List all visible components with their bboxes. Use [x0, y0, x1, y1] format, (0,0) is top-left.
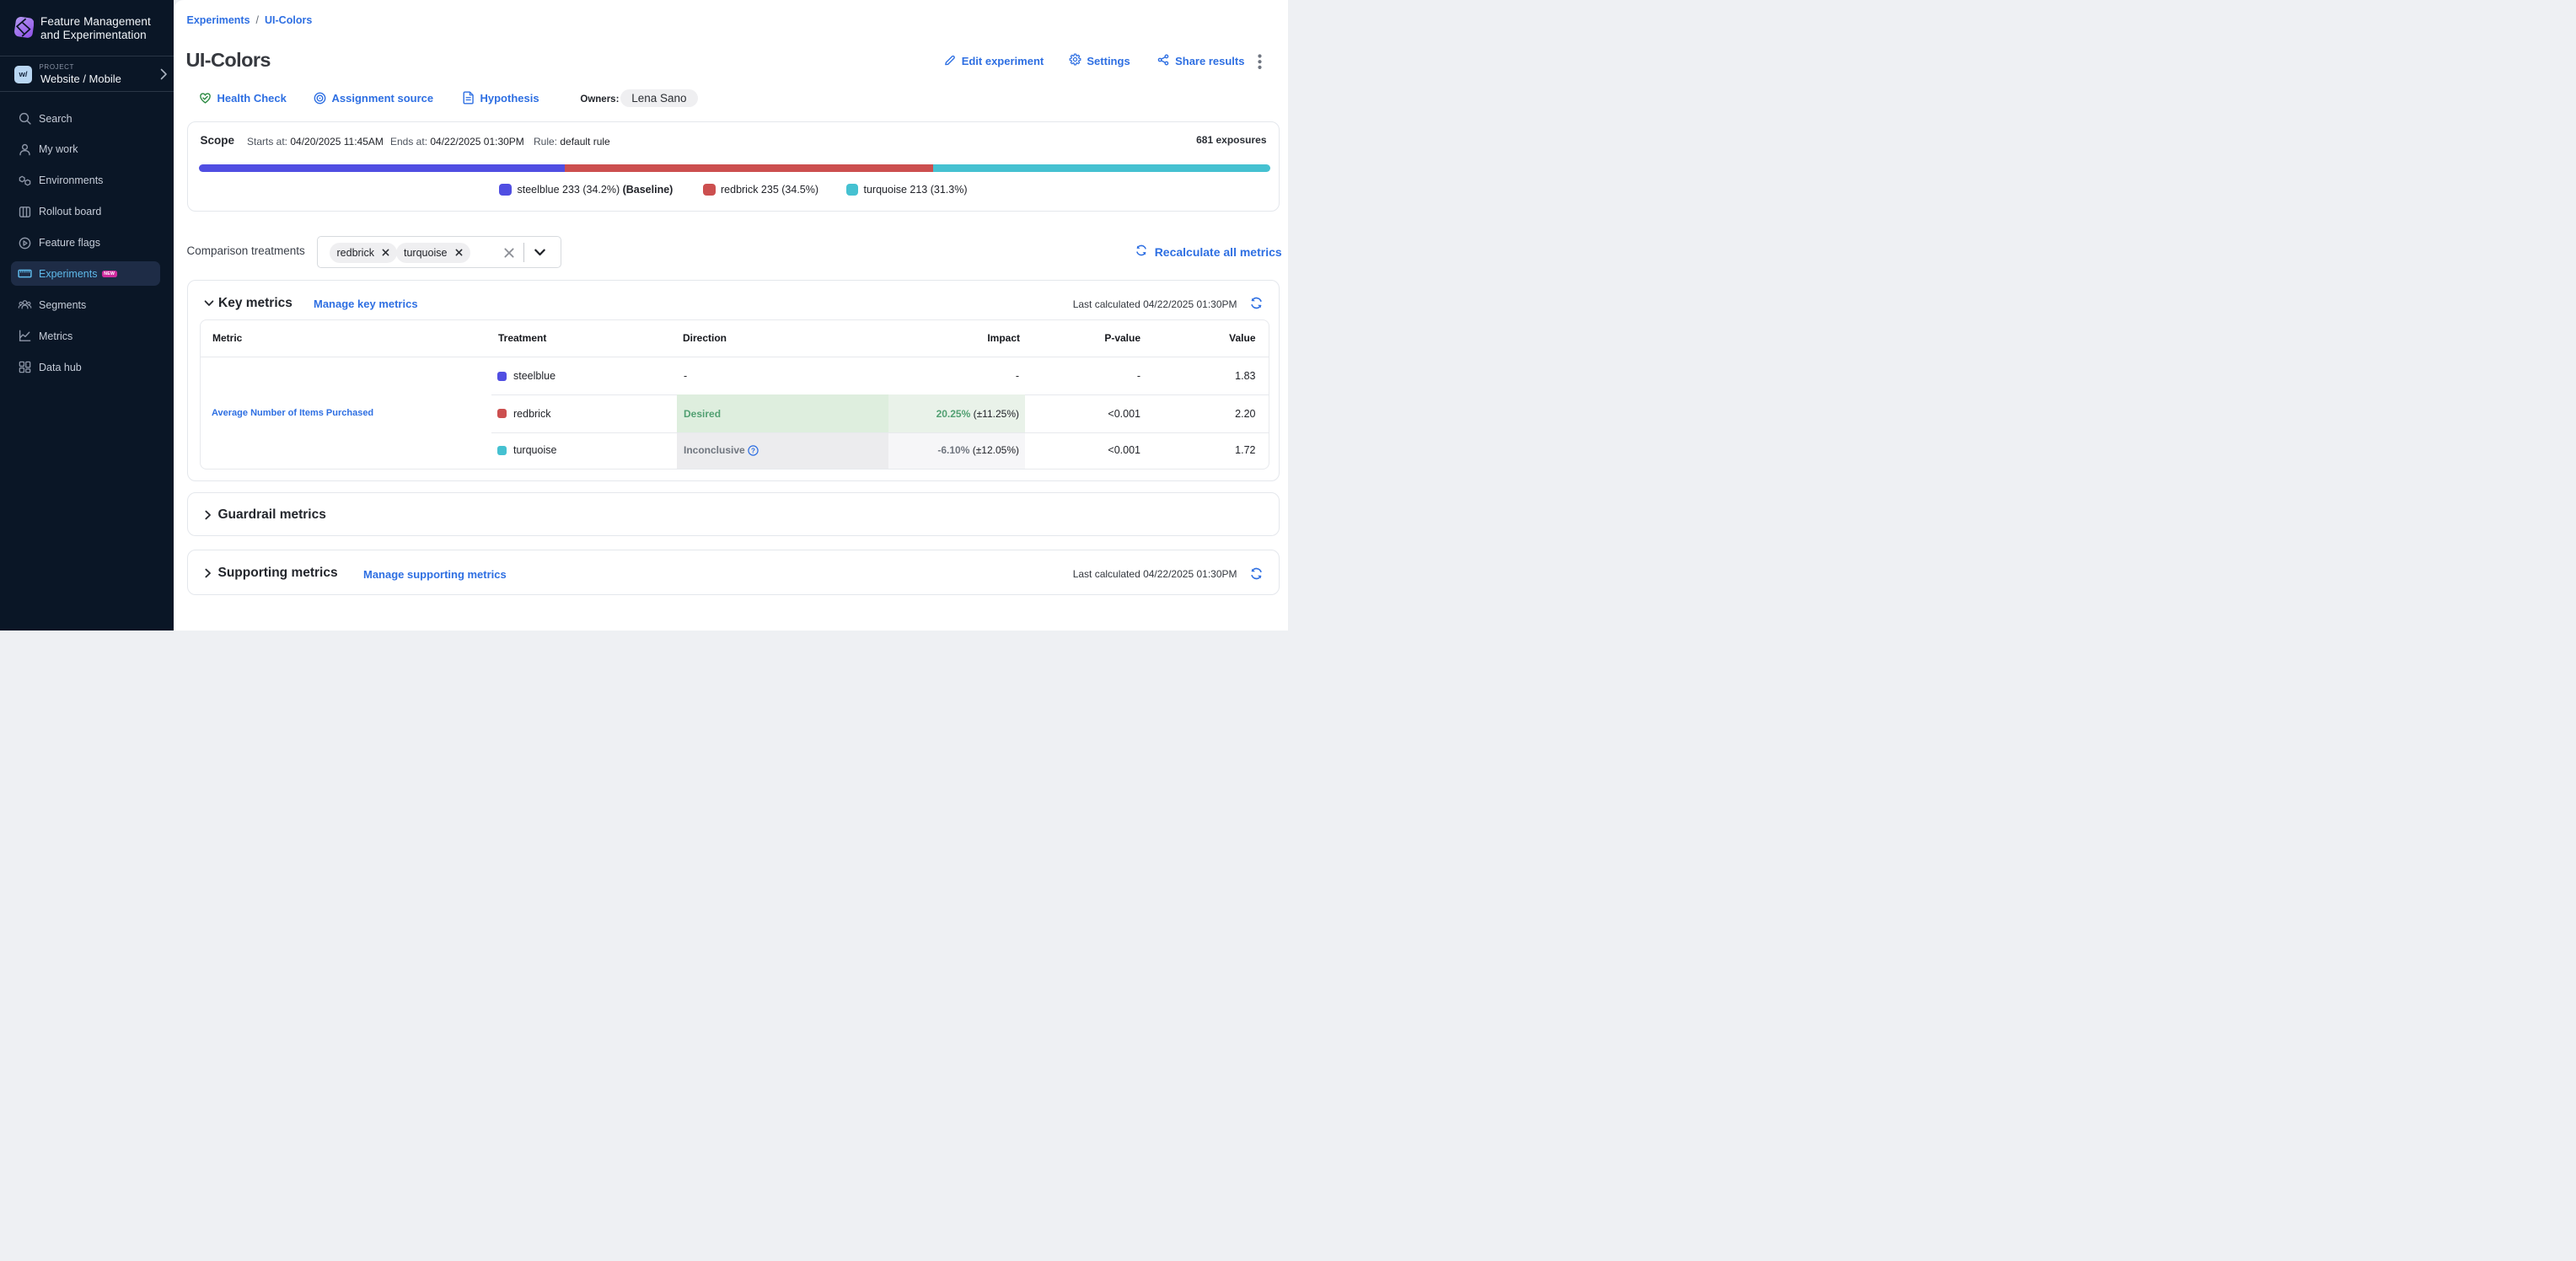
svg-text:?: ?: [751, 447, 755, 454]
